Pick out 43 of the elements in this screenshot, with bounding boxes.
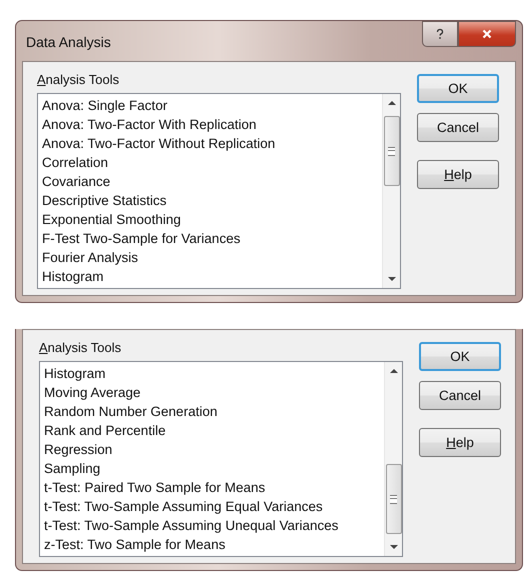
- list-item[interactable]: Moving Average: [44, 383, 380, 402]
- scroll-thumb[interactable]: [384, 116, 400, 186]
- list-item[interactable]: Anova: Two-Factor Without Replication: [42, 134, 378, 153]
- scroll-up-arrow[interactable]: [390, 369, 398, 373]
- list-item[interactable]: Anova: Single Factor: [42, 96, 378, 115]
- help-icon: [434, 28, 446, 40]
- list-item[interactable]: Exponential Smoothing: [42, 210, 378, 229]
- list-item[interactable]: Fourier Analysis: [42, 248, 378, 267]
- list-item[interactable]: Correlation: [42, 153, 378, 172]
- list-item[interactable]: t-Test: Two-Sample Assuming Equal Variances: [44, 497, 380, 516]
- scrollbar[interactable]: [382, 94, 400, 288]
- list-box[interactable]: [39, 361, 403, 557]
- close-button[interactable]: [458, 21, 516, 47]
- help-button[interactable]: Help: [419, 428, 501, 457]
- list-item[interactable]: Anova: Two-Factor With Replication: [42, 115, 378, 134]
- scroll-down-arrow[interactable]: [388, 277, 396, 281]
- list-item[interactable]: Histogram: [42, 267, 378, 286]
- close-icon: [481, 28, 493, 40]
- help-button[interactable]: Help: [417, 160, 499, 189]
- help-button[interactable]: [422, 21, 458, 47]
- list-item[interactable]: z-Test: Two Sample for Means: [44, 535, 380, 554]
- list-item[interactable]: Rank and Percentile: [44, 421, 380, 440]
- ok-button[interactable]: OK: [419, 342, 501, 371]
- list-item[interactable]: Covariance: [42, 172, 378, 191]
- cancel-button[interactable]: Cancel: [417, 113, 499, 142]
- list-label: Analysis Tools: [39, 340, 122, 355]
- list-box[interactable]: [37, 93, 401, 289]
- list-label: Analysis Tools: [37, 72, 120, 87]
- list-item[interactable]: Random Number Generation: [44, 402, 380, 421]
- list-item[interactable]: F-Test Two-Sample for Variances: [42, 229, 378, 248]
- list-item[interactable]: Sampling: [44, 459, 380, 478]
- ok-button[interactable]: OK: [417, 74, 499, 103]
- window-title: Data Analysis: [26, 34, 111, 50]
- scroll-down-arrow[interactable]: [390, 545, 398, 549]
- list-item[interactable]: Histogram: [44, 364, 380, 383]
- scrollbar[interactable]: [384, 362, 402, 556]
- scroll-thumb[interactable]: [386, 464, 402, 534]
- scroll-up-arrow[interactable]: [388, 101, 396, 105]
- list-item[interactable]: t-Test: Two-Sample Assuming Unequal Variances: [44, 516, 380, 535]
- list-item[interactable]: t-Test: Paired Two Sample for Means: [44, 478, 380, 497]
- list-item[interactable]: Descriptive Statistics: [42, 191, 378, 210]
- list-item[interactable]: Regression: [44, 440, 380, 459]
- cancel-button[interactable]: Cancel: [419, 381, 501, 410]
